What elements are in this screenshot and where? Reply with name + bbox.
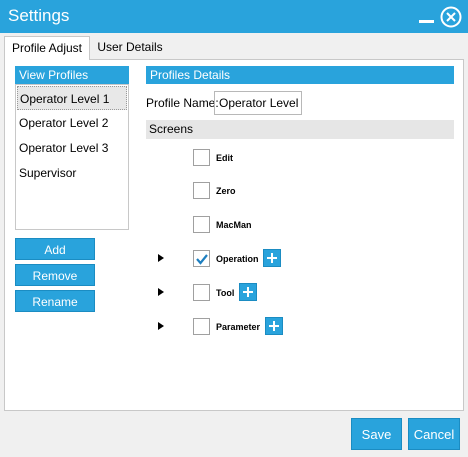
add-tool-button[interactable] xyxy=(239,283,257,301)
screen-label-macman: MacMan xyxy=(216,220,252,230)
profile-list[interactable]: Operator Level 1 Operator Level 2 Operat… xyxy=(15,84,129,230)
profiles-details-header: Profiles Details xyxy=(146,66,454,84)
remove-profile-button[interactable]: Remove xyxy=(15,264,95,286)
profile-item-operator-level-2[interactable]: Operator Level 2 xyxy=(17,111,127,135)
tool-checkbox[interactable] xyxy=(193,284,210,301)
close-icon[interactable] xyxy=(440,6,462,28)
tab-profile-adjust[interactable]: Profile Adjust xyxy=(4,36,90,60)
view-profiles-header: View Profiles xyxy=(15,66,129,84)
screen-label-tool: Tool xyxy=(216,288,235,298)
profile-name-input[interactable]: Operator Level 1 xyxy=(214,91,302,132)
cancel-button[interactable]: Cancel xyxy=(408,418,460,450)
tab-user-details[interactable]: User Details xyxy=(90,36,170,60)
rename-profile-button[interactable]: Rename xyxy=(15,290,95,312)
edit-checkbox[interactable] xyxy=(193,149,210,166)
add-operation-button[interactable] xyxy=(263,249,281,267)
macman-checkbox[interactable] xyxy=(193,216,210,233)
title-bar: Settings xyxy=(0,0,468,33)
profile-name-label: Profile Name: xyxy=(146,96,219,110)
screen-label-parameter: Parameter xyxy=(216,322,261,332)
add-profile-button[interactable]: Add xyxy=(15,238,95,260)
add-parameter-button[interactable] xyxy=(265,317,283,335)
profile-item-operator-level-1[interactable]: Operator Level 1 xyxy=(17,86,127,110)
screens-header: Screens xyxy=(146,120,454,139)
expand-arrow-icon[interactable] xyxy=(158,288,164,296)
profile-item-supervisor[interactable]: Supervisor xyxy=(17,161,127,185)
screen-label-zero: Zero xyxy=(216,186,236,196)
save-button[interactable]: Save xyxy=(351,418,402,450)
window-title: Settings xyxy=(8,6,70,25)
checkmark-icon xyxy=(196,254,208,265)
profile-item-operator-level-3[interactable]: Operator Level 3 xyxy=(17,136,127,160)
parameter-checkbox[interactable] xyxy=(193,318,210,335)
screen-label-operation: Operation xyxy=(216,254,259,264)
expand-arrow-icon[interactable] xyxy=(158,254,164,262)
minimize-icon[interactable] xyxy=(418,7,436,25)
screen-label-edit: Edit xyxy=(216,153,233,163)
zero-checkbox[interactable] xyxy=(193,182,210,199)
expand-arrow-icon[interactable] xyxy=(158,322,164,330)
operation-checkbox[interactable] xyxy=(193,250,210,267)
